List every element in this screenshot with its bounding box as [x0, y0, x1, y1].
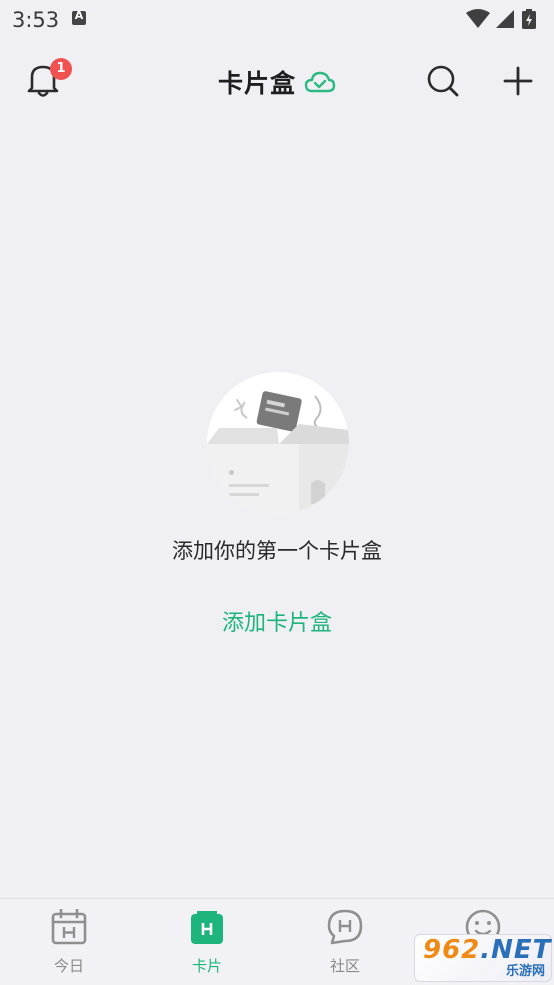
tab-today-label: 今日 — [53, 957, 84, 975]
notification-letter: A — [74, 9, 84, 22]
notification-badge: 1 — [50, 58, 72, 80]
site-watermark: 962.NET 乐游网 — [414, 934, 552, 982]
tab-community[interactable]: 社区 — [276, 899, 414, 985]
watermark-subtext: 乐游网 — [505, 964, 545, 979]
watermark-number: 962 — [423, 935, 481, 965]
tab-cards-label: 卡片 — [191, 957, 222, 975]
system-status-icons — [466, 9, 536, 29]
status-time: 3:53 — [12, 8, 60, 32]
search-icon[interactable] — [426, 64, 460, 98]
card-box-icon — [191, 911, 223, 944]
plus-icon[interactable] — [501, 64, 535, 98]
status-bar: 3:53 A — [0, 0, 554, 40]
wifi-icon — [466, 9, 490, 28]
tab-community-label: 社区 — [329, 957, 360, 975]
calendar-icon — [51, 909, 87, 945]
tab-cards[interactable]: 卡片 — [138, 899, 276, 985]
tab-today[interactable]: 今日 — [0, 899, 138, 985]
chat-bubble-icon — [327, 909, 363, 945]
add-card-box-link[interactable]: 添加卡片盒 — [0, 605, 554, 637]
notification-a-icon: A — [72, 9, 86, 25]
title-group: 卡片盒 — [218, 64, 336, 100]
cloud-check-icon — [304, 71, 336, 93]
app-header: 1 卡片盒 — [0, 40, 554, 120]
empty-state-message: 添加你的第一个卡片盒 — [172, 539, 382, 563]
battery-icon — [522, 9, 536, 29]
signal-icon — [496, 10, 514, 28]
page-title: 卡片盒 — [218, 69, 297, 98]
empty-box-illustration — [207, 372, 349, 514]
